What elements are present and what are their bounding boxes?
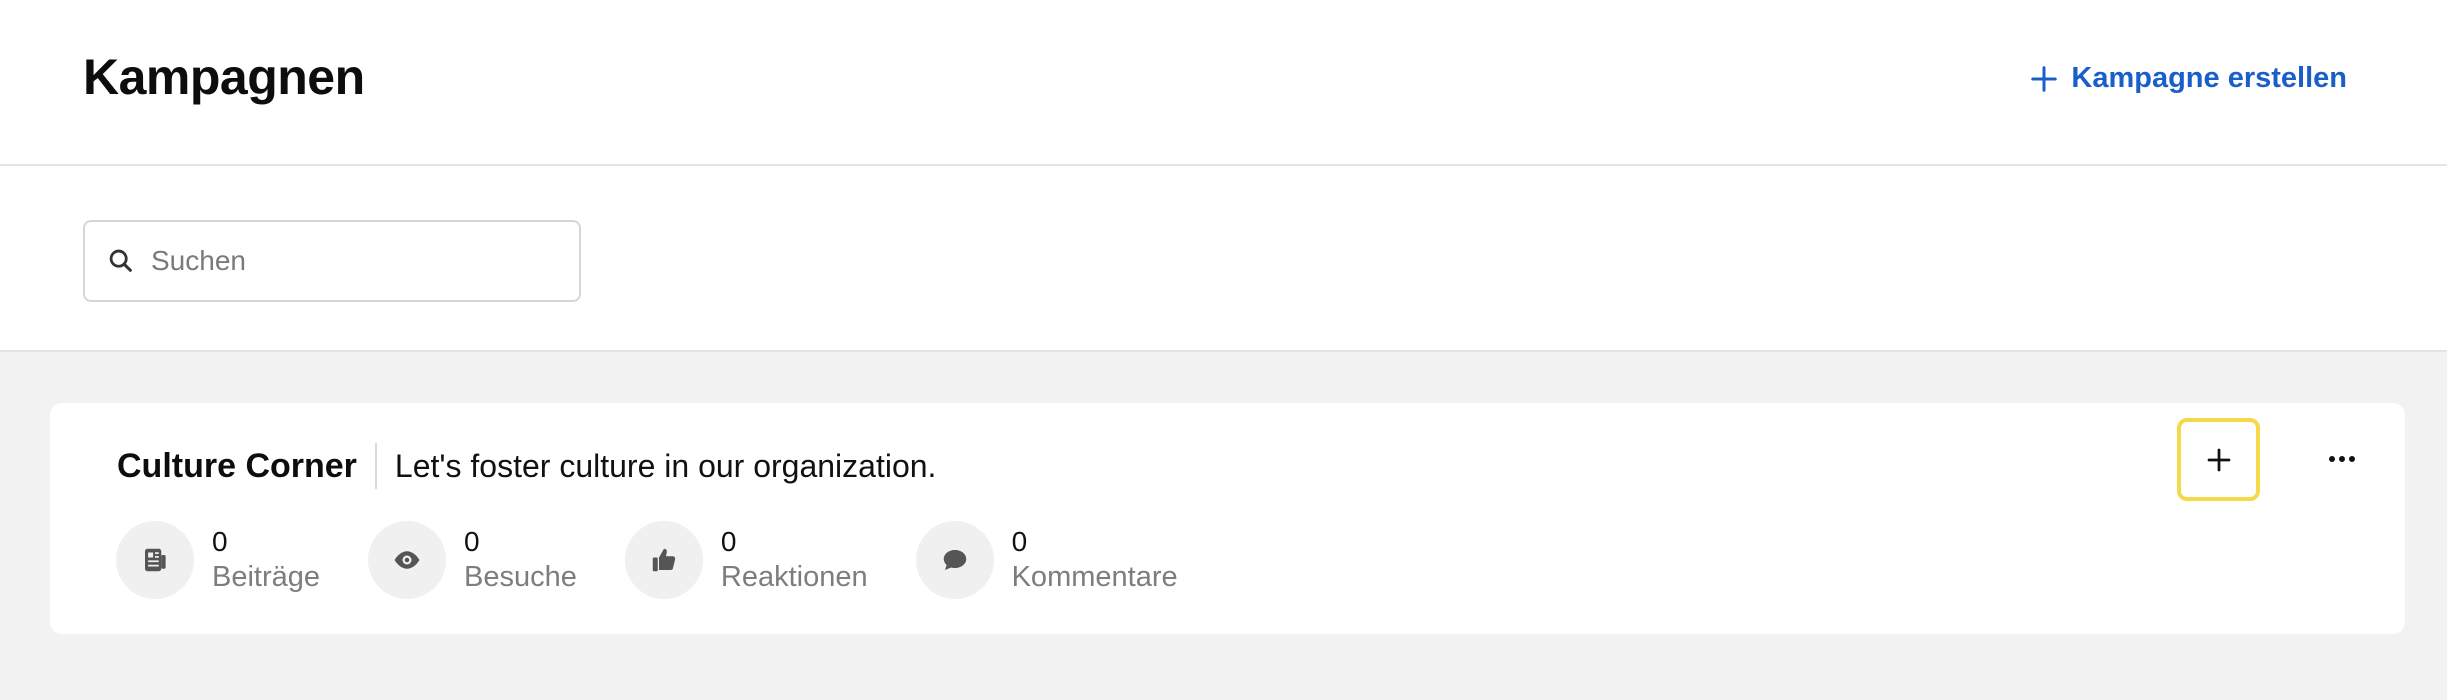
create-campaign-button[interactable]: Kampagne erstellen <box>2029 62 2347 95</box>
campaign-list: Culture Corner Let's foster culture in o… <box>0 352 2447 700</box>
stat-label: Besuche <box>464 561 577 594</box>
page-header: Kampagnen Kampagne erstellen <box>0 0 2447 166</box>
campaign-card[interactable]: Culture Corner Let's foster culture in o… <box>50 403 2405 634</box>
eye-icon <box>394 551 420 569</box>
stat-label: Kommentare <box>1011 561 1178 594</box>
plus-icon <box>2207 448 2230 471</box>
search-box[interactable] <box>83 220 581 302</box>
campaign-stats: 0 Beiträge 0 Besuche 0 Reaktionen 0 Komm… <box>116 521 1226 599</box>
thumbs-up-icon <box>652 548 676 572</box>
stat-value: 0 <box>720 526 737 558</box>
stat-comments: 0 Kommentare <box>915 521 1178 599</box>
campaign-description: Let's foster culture in our organization… <box>394 447 937 484</box>
title-divider <box>374 443 377 489</box>
stat-value: 0 <box>212 526 228 558</box>
stat-value: 0 <box>464 526 480 558</box>
plus-icon <box>2031 65 2058 92</box>
comment-icon <box>943 550 966 570</box>
search-section <box>0 166 2447 352</box>
ellipsis-icon <box>2329 456 2355 462</box>
stat-reactions: 0 Reaktionen <box>624 521 868 599</box>
campaign-title[interactable]: Culture Corner <box>117 447 357 486</box>
page-title: Kampagnen <box>83 49 365 105</box>
stat-value: 0 <box>1011 526 1028 558</box>
stat-visits: 0 Besuche <box>368 521 577 599</box>
more-options-button[interactable] <box>2316 437 2368 481</box>
stat-label: Reaktionen <box>720 561 868 594</box>
create-campaign-label: Kampagne erstellen <box>2071 62 2347 94</box>
posts-icon <box>145 548 166 572</box>
stat-label: Beiträge <box>212 561 321 594</box>
stat-posts: 0 Beiträge <box>116 521 320 599</box>
campaign-header: Culture Corner Let's foster culture in o… <box>117 443 936 489</box>
search-icon <box>109 249 132 272</box>
add-post-button[interactable] <box>2177 418 2260 501</box>
search-input[interactable] <box>149 244 533 278</box>
